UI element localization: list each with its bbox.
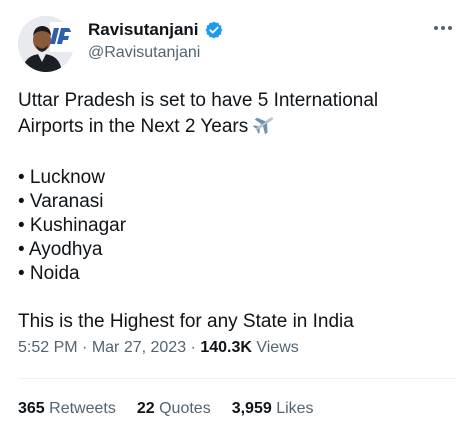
tweet-time[interactable]: 5:52 PM [18, 339, 78, 356]
dot [434, 26, 438, 30]
airport-list: • Lucknow • Varanasi • Kushinagar • Ayod… [18, 166, 458, 286]
likes-count: 3,959 [231, 400, 272, 417]
avatar-image [18, 16, 74, 72]
tweet-stats: 365 Retweets 22 Quotes 3,959 Likes [18, 398, 314, 420]
views-label: Views [251, 339, 299, 356]
quotes-label: Quotes [159, 400, 211, 417]
author-handle[interactable]: @Ravisutanjani [88, 43, 200, 63]
dot [441, 26, 445, 30]
list-item: • Lucknow [18, 167, 105, 188]
dot [448, 26, 452, 30]
airplane-icon [252, 113, 276, 142]
author-display-name[interactable]: Ravisutanjani [88, 19, 199, 41]
retweets-link[interactable]: 365 Retweets [18, 398, 116, 420]
list-item: • Ayodhya [18, 239, 103, 260]
tweet-closing-line: This is the Highest for any State in Ind… [18, 311, 354, 332]
list-item: • Varanasi [18, 191, 104, 212]
tweet-card: Ravisutanjani @Ravisutanjani Uttar Prade… [0, 0, 474, 436]
likes-link[interactable]: 3,959 Likes [232, 398, 314, 420]
tweet-date[interactable]: Mar 27, 2023 [92, 339, 186, 356]
meta-separator: · [77, 339, 92, 356]
quotes-count: 22 [136, 400, 155, 417]
tweet-line-1: Uttar Pradesh is set to have 5 Internati… [18, 90, 379, 111]
meta-separator: · [186, 339, 201, 356]
tweet-text: Uttar Pradesh is set to have 5 Internati… [18, 89, 458, 334]
author-name-row: Ravisutanjani [88, 19, 224, 41]
list-item: • Kushinagar [18, 215, 127, 236]
verified-badge-icon [204, 20, 224, 40]
likes-label: Likes [276, 400, 314, 417]
views-count: 140.3K [200, 339, 252, 356]
quotes-link[interactable]: 22 Quotes [137, 398, 211, 420]
avatar[interactable] [18, 16, 74, 72]
more-options-icon[interactable] [430, 22, 456, 34]
divider [18, 378, 456, 379]
retweets-count: 365 [18, 400, 45, 417]
list-item: • Noida [18, 263, 80, 284]
tweet-line-2: Airports in the Next 2 Years [18, 113, 458, 142]
tweet-meta: 5:52 PM · Mar 27, 2023 · 140.3K Views [18, 337, 299, 359]
retweets-label: Retweets [49, 400, 116, 417]
tweet-line-2-text: Airports in the Next 2 Years [18, 116, 249, 137]
